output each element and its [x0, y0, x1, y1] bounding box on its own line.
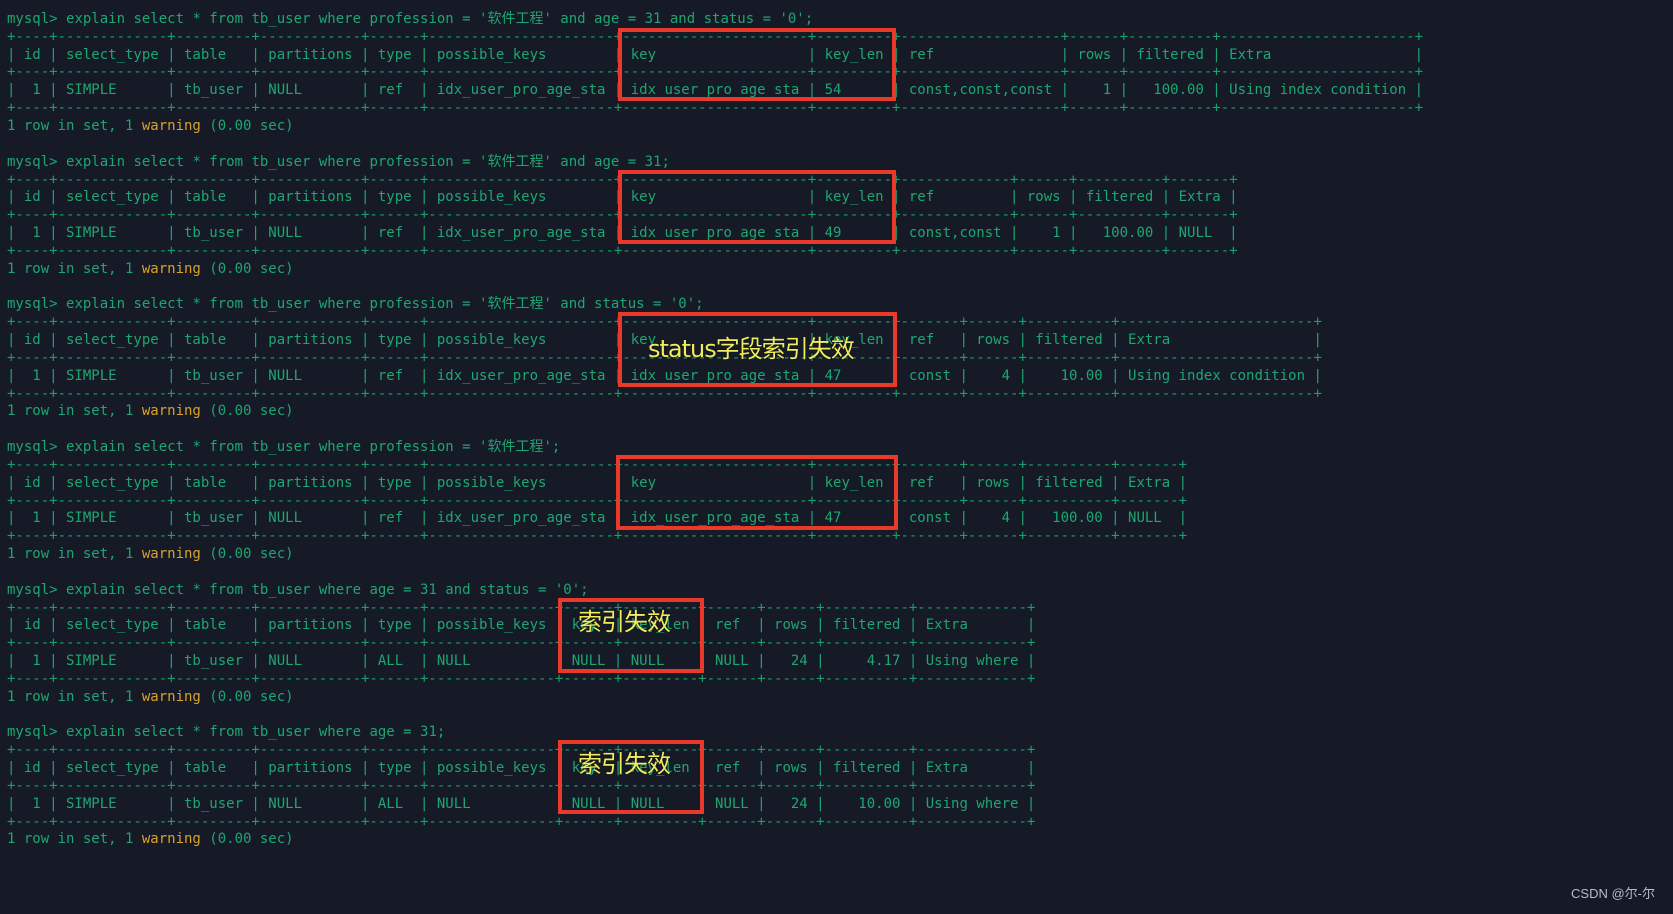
- warning-label: warning: [141, 260, 201, 277]
- table-header-row: | id | select_type | table | partitions …: [7, 617, 1036, 634]
- query-block: mysql> explain select * from tb_user whe…: [7, 724, 1423, 867]
- command-line: mysql> explain select * from tb_user whe…: [7, 582, 1423, 600]
- result-suffix: (0.00 sec): [200, 831, 294, 848]
- result-prefix: 1 row in set, 1: [7, 260, 142, 277]
- result-summary: 1 row in set, 1 warning (0.00 sec): [7, 831, 1423, 849]
- key-highlight-box: [618, 28, 896, 101]
- annotation-label: status字段索引失效: [648, 335, 855, 364]
- warning-label: warning: [141, 546, 201, 563]
- result-prefix: 1 row in set, 1: [7, 117, 142, 134]
- warning-label: warning: [141, 688, 201, 705]
- sql-command: explain select * from tb_user where age …: [66, 724, 446, 741]
- key-highlight-box: [618, 169, 896, 244]
- command-line: mysql> explain select * from tb_user whe…: [7, 724, 1423, 742]
- result-summary: 1 row in set, 1 warning (0.00 sec): [7, 261, 1423, 279]
- result-suffix: (0.00 sec): [200, 403, 294, 420]
- prompt: mysql>: [7, 439, 67, 456]
- table-border: +----+-------------+---------+----------…: [7, 385, 1322, 402]
- prompt: mysql>: [7, 581, 67, 598]
- result-summary: 1 row in set, 1 warning (0.00 sec): [7, 403, 1423, 421]
- table-border: +----+-------------+---------+----------…: [7, 100, 1424, 117]
- result-summary: 1 row in set, 1 warning (0.00 sec): [7, 546, 1423, 564]
- result-prefix: 1 row in set, 1: [7, 831, 142, 848]
- prompt: mysql>: [7, 153, 67, 170]
- result-suffix: (0.00 sec): [200, 260, 294, 277]
- result-summary: 1 row in set, 1 warning (0.00 sec): [7, 118, 1423, 136]
- query-block: mysql> explain select * from tb_user whe…: [7, 582, 1423, 725]
- result-suffix: (0.00 sec): [200, 546, 294, 563]
- query-block: mysql> explain select * from tb_user whe…: [7, 296, 1423, 439]
- query-block: mysql> explain select * from tb_user whe…: [7, 439, 1423, 582]
- prompt: mysql>: [7, 11, 67, 27]
- table-border: +----+-------------+---------+----------…: [7, 813, 1036, 830]
- query-block: mysql> explain select * from tb_user whe…: [7, 11, 1423, 154]
- command-line: mysql> explain select * from tb_user whe…: [7, 11, 1423, 29]
- result-suffix: (0.00 sec): [200, 688, 294, 705]
- table-border: +----+-------------+---------+----------…: [7, 670, 1036, 687]
- annotation-label: 索引失效: [578, 750, 671, 779]
- explain-table: +----+-------------+---------+----------…: [7, 600, 1423, 689]
- table-row: | 1 | SIMPLE | tb_user | NULL | ALL | NU…: [7, 653, 1036, 670]
- query-block: mysql> explain select * from tb_user whe…: [7, 154, 1423, 297]
- result-prefix: 1 row in set, 1: [7, 546, 142, 563]
- sql-command: explain select * from tb_user where prof…: [66, 296, 704, 313]
- table-border: +----+-------------+---------+----------…: [7, 635, 1036, 652]
- table-border: +----+-------------+---------+----------…: [7, 528, 1188, 545]
- prompt: mysql>: [7, 724, 67, 741]
- sql-command: explain select * from tb_user where prof…: [66, 11, 814, 27]
- table-border: +----+-------------+---------+----------…: [7, 242, 1238, 259]
- warning-label: warning: [141, 403, 201, 420]
- table-border: +----+-------------+---------+----------…: [7, 777, 1036, 794]
- table-row: | 1 | SIMPLE | tb_user | NULL | ALL | NU…: [7, 795, 1036, 812]
- table-border: +----+-------------+---------+----------…: [7, 742, 1036, 759]
- sql-command: explain select * from tb_user where prof…: [66, 439, 561, 456]
- annotation-label: 索引失效: [578, 607, 671, 636]
- warning-label: warning: [141, 831, 201, 848]
- explain-table: +----+-------------+---------+----------…: [7, 742, 1423, 831]
- warning-label: warning: [141, 117, 201, 134]
- terminal-output: mysql> explain select * from tb_user whe…: [7, 11, 1423, 867]
- sql-command: explain select * from tb_user where prof…: [66, 153, 670, 170]
- result-prefix: 1 row in set, 1: [7, 403, 142, 420]
- result-summary: 1 row in set, 1 warning (0.00 sec): [7, 689, 1423, 707]
- sql-command: explain select * from tb_user where age …: [66, 581, 589, 598]
- result-prefix: 1 row in set, 1: [7, 688, 142, 705]
- table-border: +----+-------------+---------+----------…: [7, 599, 1036, 616]
- prompt: mysql>: [7, 296, 67, 313]
- result-suffix: (0.00 sec): [200, 117, 294, 134]
- watermark: CSDN @尔-尔: [1571, 886, 1655, 901]
- key-highlight-box: [616, 455, 898, 531]
- table-header-row: | id | select_type | table | partitions …: [7, 760, 1036, 777]
